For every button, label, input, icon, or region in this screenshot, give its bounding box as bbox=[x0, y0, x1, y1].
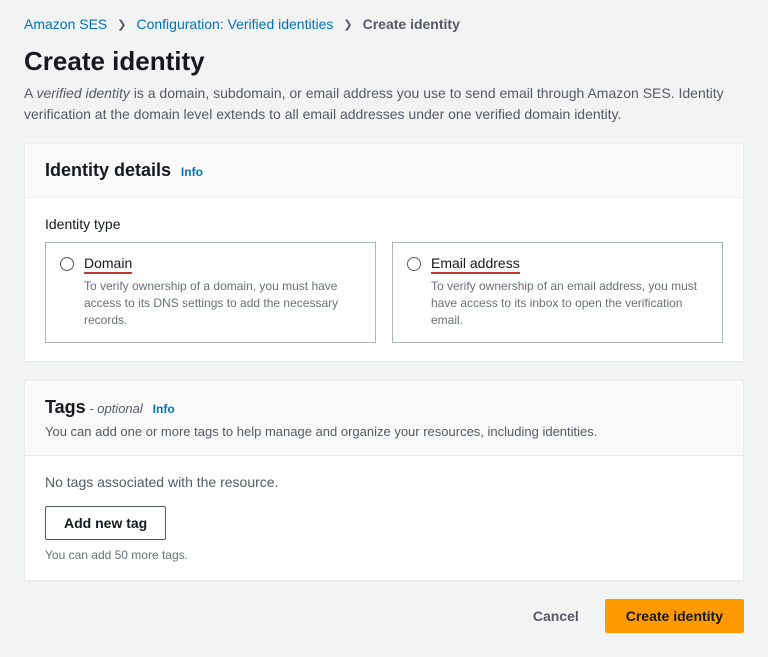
breadcrumb-current: Create identity bbox=[363, 16, 460, 32]
radio-option-domain[interactable]: Domain To verify ownership of a domain, … bbox=[45, 242, 376, 343]
tags-description: You can add one or more tags to help man… bbox=[45, 424, 723, 439]
page-title: Create identity bbox=[24, 46, 744, 77]
panel-body: No tags associated with the resource. Ad… bbox=[25, 456, 743, 580]
radio-title: Email address bbox=[431, 255, 520, 274]
panel-body: Identity type Domain To verify ownership… bbox=[25, 198, 743, 361]
radio-option-email[interactable]: Email address To verify ownership of an … bbox=[392, 242, 723, 343]
radio-title: Domain bbox=[84, 255, 132, 274]
radio-description: To verify ownership of an email address,… bbox=[431, 278, 708, 328]
panel-title: Identity details bbox=[45, 160, 171, 180]
breadcrumb: Amazon SES ❯ Configuration: Verified ide… bbox=[24, 16, 744, 32]
breadcrumb-link-ses[interactable]: Amazon SES bbox=[24, 16, 107, 32]
identity-type-label: Identity type bbox=[45, 216, 723, 232]
chevron-right-icon: ❯ bbox=[343, 18, 352, 31]
tags-panel: Tags - optional Info You can add one or … bbox=[24, 380, 744, 581]
identity-type-options: Domain To verify ownership of a domain, … bbox=[45, 242, 723, 343]
footer-actions: Cancel Create identity bbox=[24, 599, 744, 633]
radio-icon bbox=[407, 257, 421, 271]
chevron-right-icon: ❯ bbox=[117, 18, 126, 31]
empty-tags-message: No tags associated with the resource. bbox=[45, 474, 723, 490]
panel-title: Tags bbox=[45, 397, 86, 417]
identity-details-panel: Identity details Info Identity type Doma… bbox=[24, 143, 744, 362]
breadcrumb-link-config[interactable]: Configuration: Verified identities bbox=[136, 16, 333, 32]
optional-label: - optional bbox=[86, 401, 143, 416]
tag-limit-message: You can add 50 more tags. bbox=[45, 548, 723, 562]
panel-header: Identity details Info bbox=[25, 144, 743, 198]
radio-description: To verify ownership of a domain, you mus… bbox=[84, 278, 361, 328]
info-link[interactable]: Info bbox=[153, 402, 175, 416]
create-identity-button[interactable]: Create identity bbox=[605, 599, 744, 633]
cancel-button[interactable]: Cancel bbox=[517, 600, 595, 632]
panel-header: Tags - optional Info You can add one or … bbox=[25, 381, 743, 456]
add-new-tag-button[interactable]: Add new tag bbox=[45, 506, 166, 540]
info-link[interactable]: Info bbox=[181, 165, 203, 179]
radio-icon bbox=[60, 257, 74, 271]
page-description: A verified identity is a domain, subdoma… bbox=[24, 83, 744, 125]
